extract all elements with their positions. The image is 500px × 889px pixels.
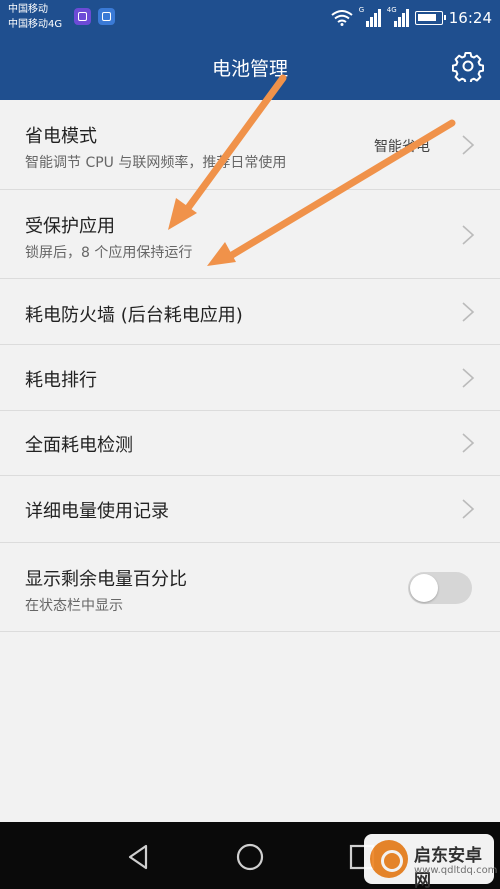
signal-icon: 4G xyxy=(386,6,409,27)
chevron-right-icon xyxy=(462,368,475,388)
clock: 16:24 xyxy=(448,9,492,27)
watermark: 启东安卓网 www.qdltdq.com xyxy=(364,834,498,889)
wifi-icon xyxy=(331,10,353,26)
list-item-title: 耗电排行 xyxy=(25,370,97,391)
app-bar: 电池管理 xyxy=(0,36,500,100)
app-notification-icon xyxy=(74,8,91,25)
battery-percentage-toggle[interactable] xyxy=(408,572,472,604)
list-item-title: 耗电防火墙 (后台耗电应用) xyxy=(25,305,243,326)
list-item-title: 省电模式 xyxy=(25,126,97,147)
list-item-power-saving-mode[interactable]: 省电模式 智能调节 CPU 与联网频率，推荐日常使用 智能省电 xyxy=(0,100,500,190)
gear-icon[interactable] xyxy=(452,50,484,82)
list-item-protected-apps[interactable]: 受保护应用 锁屏后，8 个应用保持运行 xyxy=(0,190,500,279)
list-item-full-power-check[interactable]: 全面耗电检测 xyxy=(0,411,500,476)
carrier-label-1: 中国移动 xyxy=(8,4,48,15)
settings-list: 省电模式 智能调节 CPU 与联网频率，推荐日常使用 智能省电 受保护应用 锁屏… xyxy=(0,100,500,632)
home-icon[interactable] xyxy=(233,840,267,874)
signal-1-network-label: G xyxy=(358,6,365,14)
status-bar: 中国移动 中国移动4G G 4G 16:24 xyxy=(0,0,500,36)
baidu-icon xyxy=(98,8,115,25)
list-item-title: 显示剩余电量百分比 xyxy=(25,569,187,590)
back-icon[interactable] xyxy=(122,840,156,874)
list-item-power-ranking[interactable]: 耗电排行 xyxy=(0,345,500,411)
list-item-title: 全面耗电检测 xyxy=(25,435,133,456)
list-item-detailed-usage-history[interactable]: 详细电量使用记录 xyxy=(0,476,500,543)
battery-icon xyxy=(414,11,446,25)
carrier-label-2: 中国移动4G xyxy=(8,19,63,30)
chevron-right-icon xyxy=(462,499,475,519)
list-item-subtitle: 锁屏后，8 个应用保持运行 xyxy=(25,245,193,261)
chevron-right-icon xyxy=(462,225,475,245)
list-item-power-firewall[interactable]: 耗电防火墙 (后台耗电应用) xyxy=(0,279,500,345)
signal-2-network-label: 4G xyxy=(386,6,397,14)
list-item-subtitle: 智能调节 CPU 与联网频率，推荐日常使用 xyxy=(25,155,287,171)
signal-icon: G xyxy=(358,6,381,27)
watermark-url: www.qdltdq.com xyxy=(414,865,498,876)
chevron-right-icon xyxy=(462,135,475,155)
list-item-title: 详细电量使用记录 xyxy=(25,501,169,522)
list-item-title: 受保护应用 xyxy=(25,216,115,237)
list-item-value: 智能省电 xyxy=(374,139,430,155)
chevron-right-icon xyxy=(462,302,475,322)
page-title: 电池管理 xyxy=(211,58,288,80)
list-item-show-battery-percentage[interactable]: 显示剩余电量百分比 在状态栏中显示 xyxy=(0,543,500,632)
watermark-logo-icon xyxy=(370,840,408,878)
chevron-right-icon xyxy=(462,433,475,453)
toggle-knob xyxy=(410,574,438,602)
list-item-subtitle: 在状态栏中显示 xyxy=(25,598,123,614)
